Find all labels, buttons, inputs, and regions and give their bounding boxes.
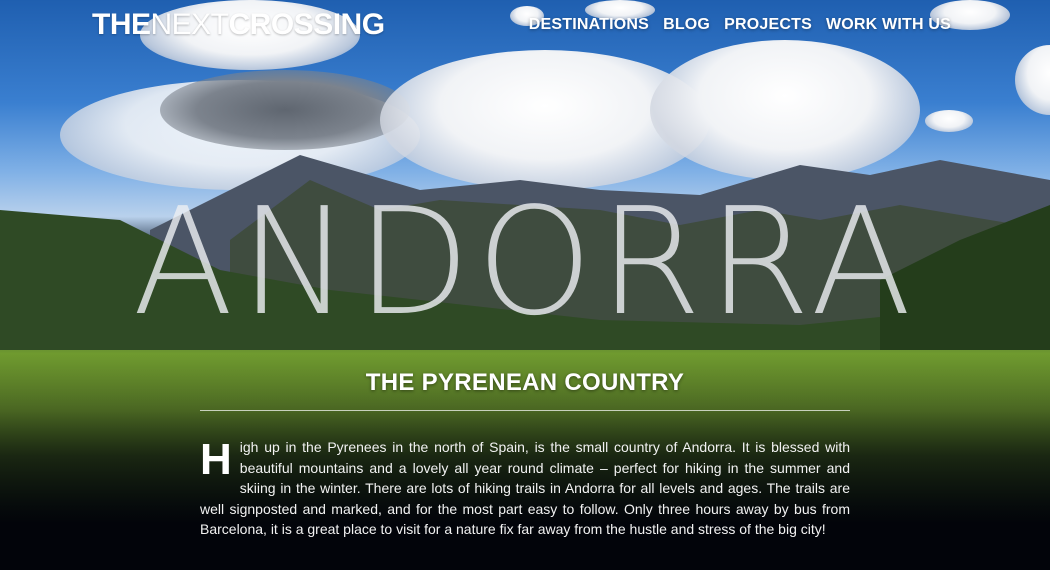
- hero-title: ANDORRA: [132, 176, 918, 348]
- intro-paragraph: High up in the Pyrenees in the north of …: [200, 437, 850, 540]
- logo-text-next: NEXT: [150, 8, 230, 41]
- main-nav: DESTINATIONS BLOG PROJECTS WORK WITH US: [529, 16, 951, 34]
- hero-subtitle: THE PYRENEAN COUNTRY: [365, 369, 685, 396]
- nav-item-blog[interactable]: BLOG: [663, 16, 710, 34]
- cloud: [1015, 45, 1050, 115]
- divider: [200, 410, 850, 411]
- intro-text: igh up in the Pyrenees in the north of S…: [200, 439, 850, 537]
- cloud: [160, 70, 410, 150]
- cloud: [925, 110, 973, 132]
- site-logo[interactable]: THENEXTCROSSING: [92, 8, 385, 42]
- dropcap-letter: H: [200, 435, 232, 484]
- nav-item-projects[interactable]: PROJECTS: [724, 16, 812, 34]
- logo-text-the: THE: [92, 8, 151, 41]
- nav-item-destinations[interactable]: DESTINATIONS: [529, 16, 649, 34]
- logo-text-crossing: CROSSING: [228, 8, 386, 41]
- site-header: THENEXTCROSSING DESTINATIONS BLOG PROJEC…: [0, 0, 1050, 50]
- nav-item-work-with-us[interactable]: WORK WITH US: [826, 16, 951, 34]
